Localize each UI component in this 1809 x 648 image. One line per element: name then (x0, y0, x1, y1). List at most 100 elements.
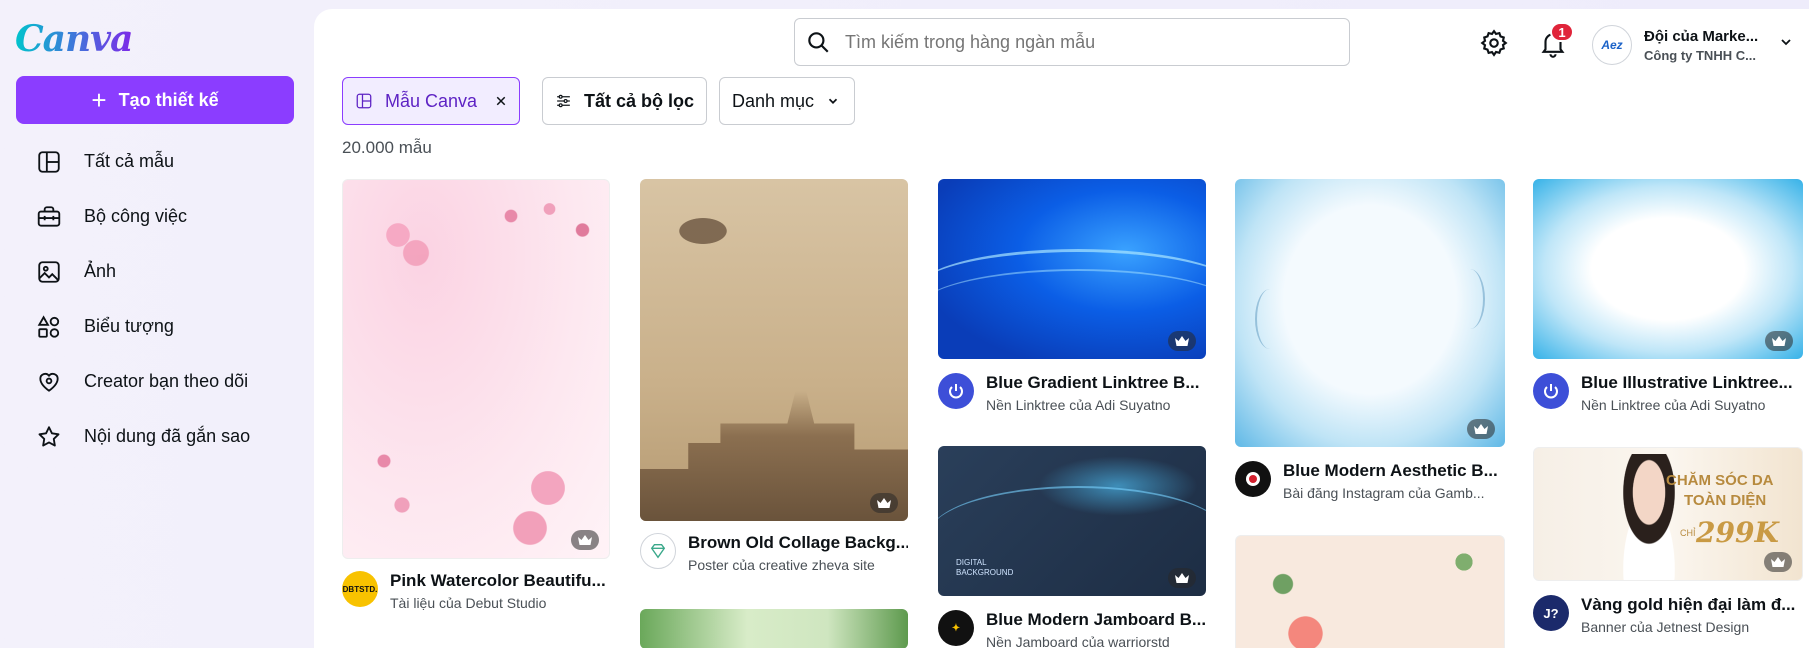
category-dropdown[interactable]: Danh mục (719, 77, 855, 125)
heart-icon (39, 372, 59, 392)
star-icon (38, 425, 60, 446)
sidebar-item-label: Creator bạn theo dõi (84, 371, 249, 391)
search-icon (808, 32, 829, 53)
template-meta: Brown Old Collage Backg... Poster của cr… (640, 533, 908, 573)
category-label: Danh mục (732, 90, 815, 111)
chevron-down-icon (828, 98, 838, 104)
blossom-decoration (489, 188, 599, 258)
template-subtitle: Nền Jamboard của warriorstd (986, 634, 1170, 648)
template-icon (38, 150, 60, 173)
shapes-icon (37, 314, 60, 338)
sidebar-item-label: Nội dung đã gắn sao (84, 426, 251, 446)
sidebar-item-label: Ảnh (84, 261, 117, 281)
template-thumbnail (1235, 535, 1505, 648)
blossom-decoration (357, 428, 447, 538)
sidebar: Canva + Tạo thiết kế Tất cả mẫu Bộ công … (0, 0, 314, 648)
search-bar[interactable] (794, 18, 1350, 66)
settings-gear-icon[interactable] (1479, 28, 1509, 58)
template-card[interactable] (640, 609, 908, 648)
creator-avatar (1533, 373, 1569, 409)
template-thumbnail: CHĂM SÓC DA TOÀN DIỆN CHỈ 299K (1533, 447, 1803, 581)
sidebar-item-workkits[interactable]: Bộ công việc (16, 189, 294, 244)
canva-logo[interactable]: Canva (15, 18, 133, 60)
template-subtitle: Bài đăng Instagram của Gamb... (1283, 485, 1485, 501)
template-title: Blue Gradient Linktree B... (986, 373, 1200, 392)
template-card[interactable]: CHĂM SÓC DA TOÀN DIỆN CHỈ 299K J? Vàng g… (1533, 447, 1803, 648)
template-thumbnail (1235, 179, 1505, 447)
promo-chi: CHỈ (1680, 528, 1696, 538)
template-thumbnail (640, 179, 908, 521)
template-title: Vàng gold hiện đại làm đ... (1581, 595, 1796, 614)
promo-price: 299K (1696, 516, 1779, 549)
image-icon (38, 260, 60, 283)
template-title: Brown Old Collage Backg... (688, 533, 908, 552)
template-subtitle: Tài liệu của Debut Studio (390, 595, 547, 611)
promo-heading-2: TOÀN DIỆN (1684, 492, 1767, 509)
all-filters-button[interactable]: Tất cả bộ lọc (542, 77, 707, 125)
sidebar-item-all-templates[interactable]: Tất cả mẫu (16, 134, 294, 189)
filter-chip-canva-templates[interactable]: Mẫu Canva (342, 77, 520, 125)
template-subtitle: Banner của Jetnest Design (1581, 619, 1750, 635)
template-card[interactable]: DBTSTD. Pink Watercolor Beautifu... Tài … (342, 179, 610, 648)
diamond-logo-icon (650, 544, 666, 559)
crown-icon (1771, 557, 1785, 567)
sidebar-item-followed-creators[interactable]: Creator bạn theo dõi (16, 354, 294, 409)
premium-crown-badge (1467, 419, 1495, 439)
briefcase-icon (37, 205, 61, 227)
close-icon[interactable] (495, 93, 507, 109)
sidebar-item-label: Tất cả mẫu (84, 151, 175, 171)
all-filters-label: Tất cả bộ lọc (583, 90, 694, 111)
template-title: Blue Illustrative Linktree... (1581, 373, 1793, 392)
template-meta: ✦ Blue Modern Jamboard B... Nền Jamboard… (938, 610, 1206, 648)
crown-icon (877, 498, 891, 508)
premium-crown-badge (571, 530, 599, 550)
notification-badge: 1 (1550, 22, 1574, 42)
sidebar-item-label: Biểu tượng (84, 316, 174, 336)
template-card[interactable]: Blue Modern Aesthetic B... Bài đăng Inst… (1235, 179, 1505, 519)
create-design-button[interactable]: + Tạo thiết kế (16, 76, 294, 124)
template-card[interactable]: DIGITAL BACKGROUND ✦ Blue Modern Jamboar… (938, 446, 1206, 648)
template-thumbnail: DIGITAL BACKGROUND (938, 446, 1206, 596)
sidebar-item-starred[interactable]: Nội dung đã gắn sao (16, 409, 294, 464)
account-switcher[interactable]: Aez Đội của Marke... Công ty TNHH C... (1592, 22, 1792, 68)
template-card[interactable]: Brown Old Collage Backg... Poster của cr… (640, 179, 908, 573)
main-panel: 1 Aez Đội của Marke... Công ty TNHH C...… (314, 9, 1809, 648)
premium-crown-badge (1765, 331, 1793, 351)
wave-decoration (938, 269, 1206, 349)
creator-avatar: J? (1533, 595, 1569, 631)
crown-icon (1175, 336, 1189, 346)
template-meta: Blue Illustrative Linktree... Nền Linktr… (1533, 373, 1801, 413)
chevron-down-icon[interactable] (1778, 34, 1794, 50)
creator-avatar: ✦ (938, 610, 974, 646)
creator-avatar (938, 373, 974, 409)
creator-avatar (640, 533, 676, 569)
flower-decoration (1256, 566, 1346, 648)
template-card[interactable]: Blue Gradient Linktree B... Nền Linktree… (938, 179, 1206, 429)
crown-icon (1474, 424, 1488, 434)
template-subtitle: Nền Linktree của Adi Suyatno (1581, 397, 1766, 413)
template-thumbnail (640, 609, 908, 648)
template-thumbnail (1533, 179, 1803, 359)
template-title: Pink Watercolor Beautifu... (390, 571, 606, 590)
building-decoration (640, 391, 908, 521)
filter-chip-label: Mẫu Canva (384, 90, 478, 111)
sliders-icon (557, 94, 570, 108)
template-subtitle: Poster của creative zheva site (688, 557, 875, 573)
crown-icon (1175, 573, 1189, 583)
account-org: Công ty TNHH C... (1644, 47, 1756, 63)
mic-logo-icon (1246, 472, 1260, 486)
creator-avatar: DBTSTD. (342, 571, 378, 607)
premium-crown-badge (1764, 552, 1792, 572)
crown-icon (1772, 336, 1786, 346)
leaf-decoration (1444, 542, 1484, 582)
search-input[interactable] (845, 31, 1325, 53)
plus-icon: + (91, 85, 107, 115)
sidebar-item-icons[interactable]: Biểu tượng (16, 299, 294, 354)
template-meta: Blue Gradient Linktree B... Nền Linktree… (938, 373, 1206, 413)
create-design-label: Tạo thiết kế (118, 89, 219, 110)
biplane-decoration (648, 201, 758, 261)
template-card[interactable]: Blue Illustrative Linktree... Nền Linktr… (1533, 179, 1803, 429)
template-card[interactable] (1235, 535, 1505, 648)
sidebar-item-photos[interactable]: Ảnh (16, 244, 294, 299)
premium-crown-badge (1168, 331, 1196, 351)
